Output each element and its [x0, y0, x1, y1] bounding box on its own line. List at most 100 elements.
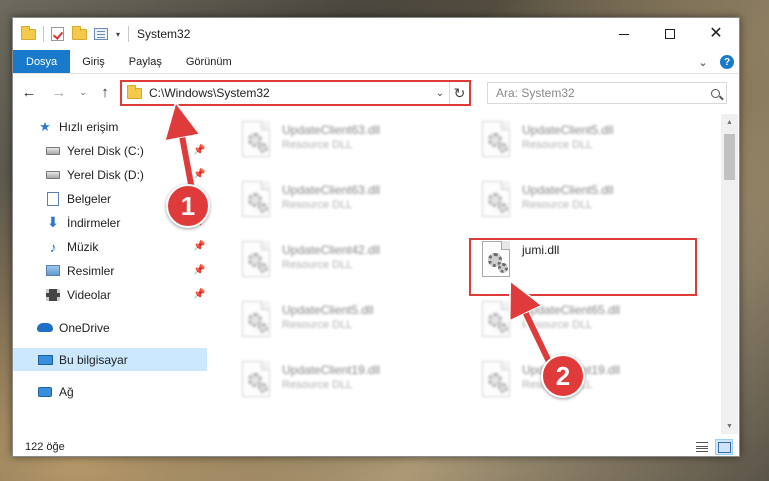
highlight-box-jumi-dll [469, 238, 697, 296]
forward-button[interactable]: → [49, 81, 69, 103]
ribbon-tabs: Dosya Giriş Paylaş Görünüm ⌄ ? [13, 50, 739, 74]
tab-share[interactable]: Paylaş [117, 50, 174, 73]
quick-access-toolbar: ▾ System32 [13, 18, 190, 50]
file-description: Resource DLL [282, 259, 353, 271]
file-name: UpdateClient19.dll [282, 363, 381, 377]
properties-check-icon[interactable] [50, 26, 66, 42]
sidebar-item-music[interactable]: ♪ Müzik 📌 [13, 235, 207, 258]
refresh-icon: ↻ [453, 84, 466, 101]
back-button[interactable]: ← [19, 81, 39, 103]
scroll-thumb[interactable] [724, 134, 735, 180]
vertical-scrollbar[interactable]: ▲ ▼ [721, 114, 738, 434]
title-bar: ▾ System32 ✕ [13, 18, 739, 50]
toolbar-separator [128, 26, 130, 42]
help-button[interactable]: ? [715, 50, 739, 74]
dll-file-icon [238, 301, 274, 341]
dll-file-icon [478, 121, 514, 161]
close-button[interactable]: ✕ [693, 18, 739, 50]
sidebar-item-pictures[interactable]: Resimler 📌 [13, 259, 207, 282]
address-path[interactable]: C:\Windows\System32 [149, 86, 431, 100]
file-item[interactable]: UpdateClient5.dll Resource DLL [476, 118, 716, 164]
tab-file[interactable]: Dosya [13, 50, 71, 73]
properties-icon[interactable] [94, 26, 110, 42]
scroll-up-icon[interactable]: ▲ [721, 114, 738, 130]
videos-icon [45, 287, 61, 303]
file-description: Resource DLL [522, 199, 593, 211]
folder-icon [21, 26, 37, 42]
chevron-down-icon: ⌄ [698, 56, 708, 69]
sidebar-item-local-disk-d[interactable]: Yerel Disk (D:) 📌 [13, 163, 207, 186]
file-item[interactable]: UpdateClient42.dll Resource DLL [236, 238, 476, 284]
details-view-icon [696, 442, 708, 452]
sidebar-item-label: Videolar [67, 287, 111, 302]
star-icon: ★ [39, 118, 51, 134]
expand-ribbon-button[interactable]: ⌄ [691, 50, 715, 74]
search-icon[interactable] [704, 88, 726, 98]
address-row: ← → ⌄ ↑ C:\Windows\System32 ⌄ ↻ [13, 78, 739, 108]
pin-icon[interactable]: 📌 [193, 241, 205, 252]
customize-toolbar-dropdown[interactable]: ▾ [116, 30, 120, 39]
file-item[interactable]: UpdateClient5.dll Resource DLL [476, 178, 716, 224]
recent-locations-button[interactable]: ⌄ [73, 81, 93, 103]
sidebar-item-videos[interactable]: Videolar 📌 [13, 283, 207, 306]
window-title: System32 [137, 27, 191, 41]
file-name: UpdateClient5.dll [522, 183, 614, 197]
status-bar: 122 öğe [13, 436, 739, 456]
file-item[interactable]: UpdateClient63.dll Resource DLL [236, 178, 476, 224]
minimize-button[interactable] [601, 18, 647, 50]
folder-icon [127, 85, 143, 101]
sidebar-item-local-disk-c[interactable]: Yerel Disk (C:) 📌 [13, 139, 207, 162]
navigation-pane: ★ Hızlı erişim Yerel Disk (C:) 📌 Yerel D… [13, 114, 207, 434]
file-name: UpdateClient65.dll [522, 303, 621, 317]
sidebar-item-quick-access[interactable]: ★ Hızlı erişim [13, 115, 207, 138]
window-controls: ✕ [601, 18, 739, 50]
file-description: Resource DLL [282, 199, 353, 211]
scroll-down-icon[interactable]: ▼ [721, 418, 738, 434]
large-icons-view-button[interactable] [715, 439, 733, 455]
search-input[interactable] [496, 86, 704, 100]
help-icon: ? [720, 55, 734, 69]
document-icon [45, 191, 61, 207]
file-description: Resource DLL [282, 319, 353, 331]
file-name: UpdateClient5.dll [282, 303, 374, 317]
pin-icon[interactable]: 📌 [193, 265, 205, 276]
pin-icon[interactable]: 📌 [193, 289, 205, 300]
toolbar-separator [43, 26, 44, 42]
file-item[interactable]: UpdateClient19.dllResource DLL [476, 358, 716, 404]
pin-icon[interactable]: 📌 [193, 145, 205, 156]
pin-icon[interactable]: 📌 [193, 169, 205, 180]
cloud-icon [37, 320, 53, 336]
dll-file-icon [238, 121, 274, 161]
sidebar-item-label: Müzik [67, 239, 99, 254]
dll-file-icon [478, 181, 514, 221]
up-button[interactable]: ↑ [95, 81, 115, 103]
file-item[interactable]: UpdateClient65.dll Resource DLL [476, 298, 716, 344]
maximize-button[interactable] [647, 18, 693, 50]
sidebar-item-network[interactable]: Ağ [13, 380, 207, 403]
pictures-icon [45, 263, 61, 279]
download-icon: ⬇ [47, 214, 59, 230]
drive-icon [45, 167, 61, 183]
forward-arrow-icon: → [51, 83, 67, 101]
sidebar-item-label: Ağ [59, 384, 74, 399]
dll-file-icon [238, 181, 274, 221]
details-view-button[interactable] [693, 439, 711, 455]
tab-home[interactable]: Giriş [70, 50, 117, 73]
refresh-button[interactable]: ↻ [449, 82, 469, 104]
dll-file-icon [238, 361, 274, 401]
address-bar[interactable]: C:\Windows\System32 ⌄ ↻ [120, 80, 471, 106]
tab-view[interactable]: Görünüm [174, 50, 244, 73]
large-icons-view-icon [717, 441, 731, 453]
file-item[interactable]: UpdateClient63.dll Resource DLL [236, 118, 476, 164]
file-item[interactable]: UpdateClient5.dll Resource DLL [236, 298, 476, 344]
file-item[interactable]: UpdateClient19.dllResource DLL [236, 358, 476, 404]
back-arrow-icon: ← [21, 83, 37, 101]
search-box[interactable] [487, 82, 727, 104]
music-icon: ♪ [49, 238, 57, 255]
address-dropdown-button[interactable]: ⌄ [431, 88, 449, 99]
item-count: 122 öğe [25, 441, 65, 453]
ribbon-right-controls: ⌄ ? [691, 50, 739, 74]
sidebar-item-this-pc[interactable]: Bu bilgisayar [13, 348, 207, 371]
sidebar-item-onedrive[interactable]: OneDrive [13, 316, 207, 339]
new-folder-icon[interactable] [72, 26, 88, 42]
